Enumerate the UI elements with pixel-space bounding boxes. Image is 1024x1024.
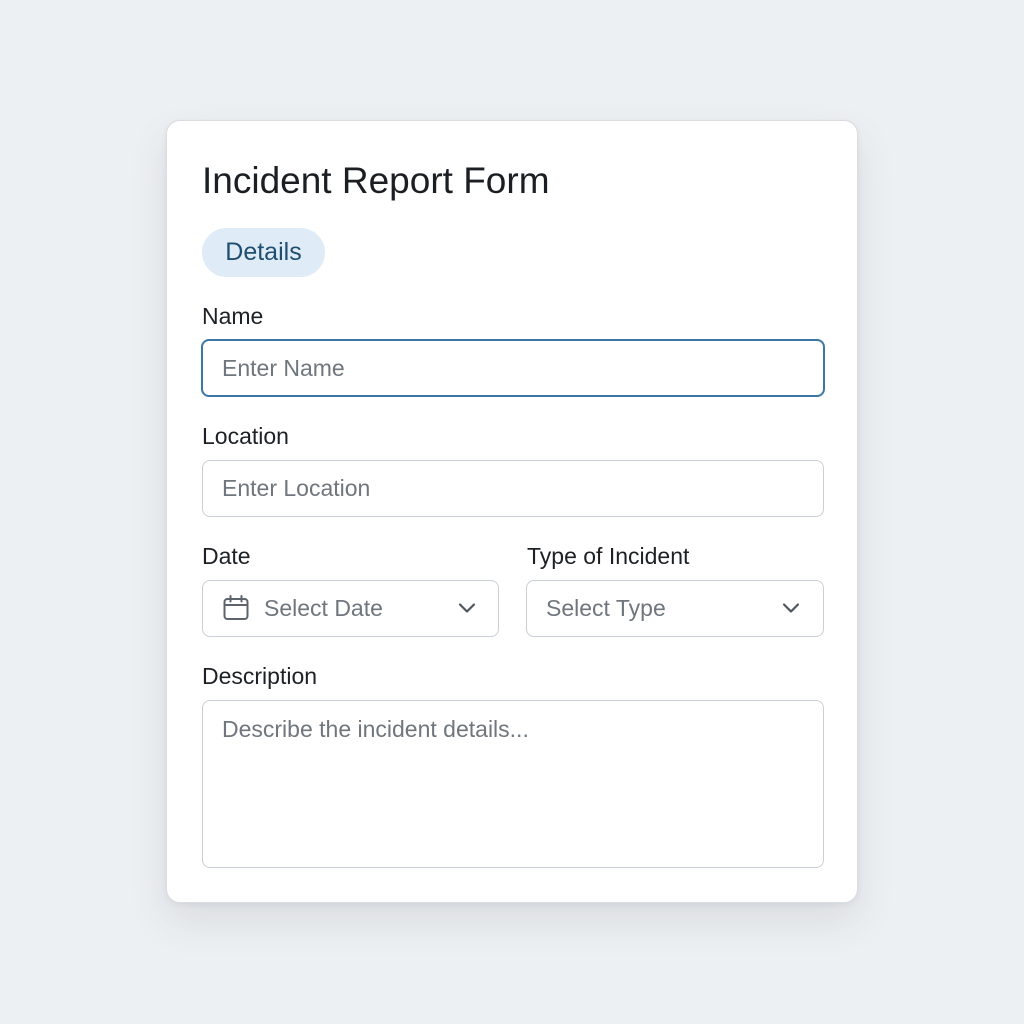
- tab-details[interactable]: Details: [202, 228, 325, 277]
- date-label: Date: [202, 543, 251, 569]
- date-picker[interactable]: Select Date: [202, 580, 499, 637]
- date-select-text: Select Date: [264, 595, 383, 621]
- chevron-down-icon: [782, 603, 800, 613]
- chevron-down-icon: [458, 603, 476, 613]
- calendar-icon: [223, 595, 249, 620]
- description-label: Description: [202, 663, 318, 689]
- location-input[interactable]: [202, 460, 824, 517]
- incident-form-card: Incident Report Form Details Name Locati…: [166, 120, 858, 903]
- name-label: Name: [202, 303, 264, 329]
- description-textarea[interactable]: [202, 700, 824, 868]
- name-input[interactable]: [201, 339, 825, 397]
- form-title: Incident Report Form: [202, 160, 550, 201]
- incident-type-select[interactable]: Select Type: [526, 580, 824, 637]
- incident-type-select-text: Select Type: [546, 595, 666, 621]
- location-label: Location: [202, 423, 289, 449]
- incident-type-label: Type of Incident: [527, 543, 690, 569]
